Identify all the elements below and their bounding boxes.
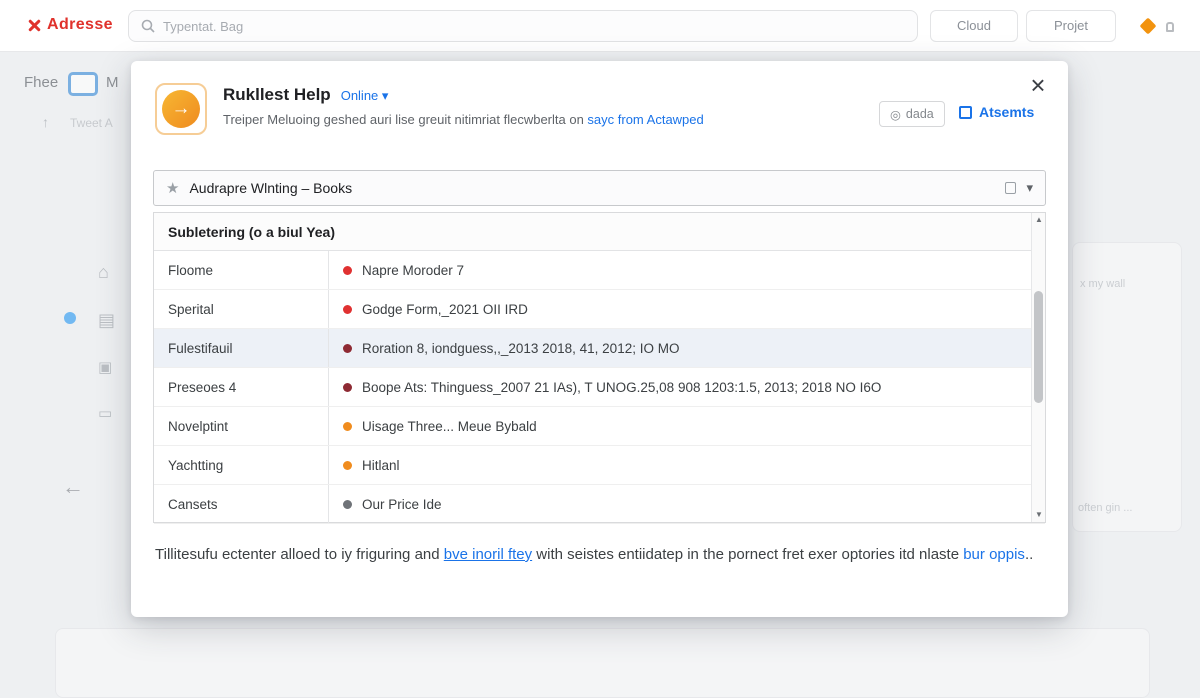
bell-icon[interactable] xyxy=(1166,22,1174,32)
arrow-badge-icon: → xyxy=(162,90,200,128)
row-label: Fulestifauil xyxy=(154,329,329,367)
dialog-subtitle: Treiper Meluoing geshed auri lise greuit… xyxy=(223,112,704,127)
status-dot xyxy=(343,305,352,314)
table-header: Subletering (o a biul Yea) xyxy=(154,213,1045,251)
table-body: Floome Napre Moroder 7 Sperital Godge Fo… xyxy=(154,251,1045,524)
row-value: Roration 8, iondguess,,_2013 2018, 41, 2… xyxy=(362,341,679,356)
table-row[interactable]: Fulestifauil Roration 8, iondguess,,_201… xyxy=(154,329,1045,368)
brand-x-icon xyxy=(28,19,41,32)
row-label: Preseoes 4 xyxy=(154,368,329,406)
up-arrow-icon: ↑ xyxy=(42,114,49,130)
right-text-bottom: often gin ... xyxy=(1078,502,1132,514)
category-dropdown[interactable]: ★ Audrapre Wlnting – Books ▾ xyxy=(153,170,1046,206)
scroll-up-icon[interactable]: ▲ xyxy=(1032,213,1046,227)
results-table: Subletering (o a biul Yea) Floome Napre … xyxy=(153,212,1046,523)
table-row[interactable]: Floome Napre Moroder 7 xyxy=(154,251,1045,290)
table-row[interactable]: Sperital Godge Form,_2021 OII IRD xyxy=(154,290,1045,329)
free-label: Fhee xyxy=(24,74,58,91)
row-value: Hitlanl xyxy=(362,458,400,473)
mini-box-icon[interactable] xyxy=(1005,182,1016,194)
status-dot xyxy=(343,461,352,470)
subtitle-text: Treiper Meluoing geshed auri lise greuit… xyxy=(223,112,587,127)
table-row[interactable]: Cansets Our Price Ide xyxy=(154,485,1045,524)
card-icon[interactable]: ▭ xyxy=(98,404,112,422)
top-navbar: Adresse Cloud Projet xyxy=(0,0,1200,52)
chevron-down-icon[interactable]: ▾ xyxy=(1026,180,1033,196)
back-arrow-icon[interactable]: ← xyxy=(62,474,84,500)
help-dialog: × → Rukllest Help Online ▾ Treiper Meluo… xyxy=(131,61,1068,617)
status-dot xyxy=(343,383,352,392)
row-label: Floome xyxy=(154,251,329,289)
target-icon: ◎ xyxy=(890,107,901,122)
document-icon[interactable]: ▣ xyxy=(98,358,112,376)
star-icon: ★ xyxy=(166,179,179,197)
row-value: Napre Moroder 7 xyxy=(362,263,464,278)
table-row[interactable]: Novelptint Uisage Three... Meue Bybald xyxy=(154,407,1045,446)
app-badge: → xyxy=(155,83,207,135)
tweet-label: Tweet A xyxy=(70,116,113,130)
subtitle-link[interactable]: sayc from Actawped xyxy=(587,112,703,127)
notification-diamond-icon[interactable] xyxy=(1140,18,1157,35)
checkbox-icon xyxy=(959,106,972,119)
footer-text-3: .. xyxy=(1025,546,1033,563)
scroll-down-icon[interactable]: ▼ xyxy=(1032,508,1046,522)
dada-label: dada xyxy=(906,107,934,121)
table-scrollbar[interactable]: ▲ ▼ xyxy=(1031,213,1045,522)
projet-button[interactable]: Projet xyxy=(1026,10,1116,42)
footer-text-1: Tillitesufu ectenter alloed to iy frigur… xyxy=(155,546,444,563)
row-label: Cansets xyxy=(154,485,329,523)
status-dot xyxy=(343,500,352,509)
row-label: Yachtting xyxy=(154,446,329,484)
row-value: Boope Ats: Thinguess_2007 21 IAs), T UNO… xyxy=(362,380,881,395)
status-dot xyxy=(343,266,352,275)
footer-link-1[interactable]: bve inoril ftey xyxy=(444,546,532,563)
atsemts-label: Atsemts xyxy=(979,104,1034,120)
row-label: Sperital xyxy=(154,290,329,328)
row-value: Godge Form,_2021 OII IRD xyxy=(362,302,528,317)
blue-toggle-icon[interactable] xyxy=(68,72,98,96)
table-row[interactable]: Yachtting Hitlanl xyxy=(154,446,1045,485)
m-label: M xyxy=(106,74,119,91)
title-block: Rukllest Help Online ▾ Treiper Meluoing … xyxy=(223,83,704,135)
atsemts-link[interactable]: Atsemts xyxy=(959,104,1034,120)
scroll-thumb[interactable] xyxy=(1034,291,1043,403)
row-label: Novelptint xyxy=(154,407,329,445)
home-icon[interactable]: ⌂ xyxy=(98,262,109,283)
close-icon[interactable]: × xyxy=(1022,69,1054,101)
footer-link-2[interactable]: bur oppis xyxy=(963,546,1025,563)
global-search[interactable] xyxy=(128,10,918,42)
row-value: Uisage Three... Meue Bybald xyxy=(362,419,537,434)
online-status-dropdown[interactable]: Online ▾ xyxy=(341,88,389,104)
footer-text-2: with seistes entiidatep in the pornect f… xyxy=(532,546,963,563)
dada-button[interactable]: ◎ dada xyxy=(879,101,945,127)
dialog-title: Rukllest Help xyxy=(223,85,331,105)
table-row[interactable]: Preseoes 4 Boope Ats: Thinguess_2007 21 … xyxy=(154,368,1045,407)
dropdown-label: Audrapre Wlnting – Books xyxy=(189,180,352,196)
bottom-strip-card xyxy=(55,628,1150,698)
dialog-header: → Rukllest Help Online ▾ Treiper Meluoin… xyxy=(155,83,704,135)
search-input[interactable] xyxy=(163,19,905,34)
dialog-footer-text: Tillitesufu ectenter alloed to iy frigur… xyxy=(155,543,1035,566)
right-text-top: x my wall xyxy=(1080,278,1125,290)
status-dot xyxy=(343,344,352,353)
cloud-button[interactable]: Cloud xyxy=(930,10,1018,42)
row-value: Our Price Ide xyxy=(362,497,442,512)
active-blue-dot xyxy=(64,312,76,324)
brand-label: Adresse xyxy=(47,16,113,34)
brand-logo[interactable]: Adresse xyxy=(28,16,113,34)
search-icon xyxy=(141,19,155,33)
building-icon[interactable]: ▤ xyxy=(98,310,115,331)
status-dot xyxy=(343,422,352,431)
